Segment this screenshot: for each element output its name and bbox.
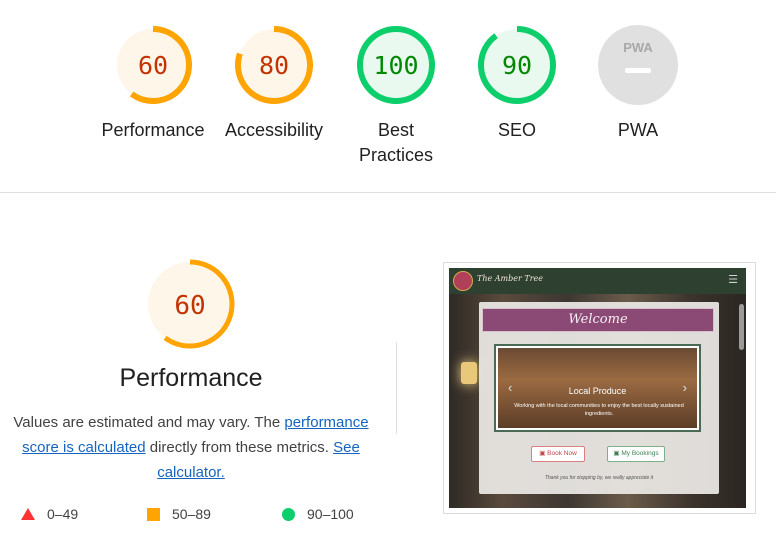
legend-range: 0–49 <box>47 506 79 522</box>
content-panel: Welcome ‹ › Local Produce Working with t… <box>479 302 719 494</box>
section-divider <box>0 192 776 193</box>
gauge-label: Performance <box>101 120 205 140</box>
circle-icon <box>282 507 295 521</box>
vertical-divider <box>396 342 397 434</box>
triangle-icon <box>21 508 35 520</box>
gauge-pwa[interactable]: PWA PWA <box>568 24 708 143</box>
carousel-title: Local Produce <box>568 386 627 396</box>
gauge-ring: 80 <box>235 26 313 104</box>
gauge-score: 60 <box>138 51 168 80</box>
legend-fail: 0–49 <box>21 506 78 522</box>
gauge-seo[interactable]: 90 SEO <box>447 24 587 143</box>
pwa-badge-text: PWA <box>623 40 653 55</box>
carousel-subtitle: Working with the local communities to en… <box>514 403 684 417</box>
site-logo-icon <box>453 271 473 291</box>
welcome-banner: Welcome <box>482 308 714 332</box>
gauge-label: Accessibility <box>224 120 324 140</box>
legend-pass: 90–100 <box>282 506 354 522</box>
book-now-button: ▣ Book Now <box>531 446 585 462</box>
legend-range: 50–89 <box>172 506 211 522</box>
gauge-accessibility[interactable]: 80 Accessibility <box>204 24 344 143</box>
score-legend: 0–49 50–89 90–100 <box>0 506 400 528</box>
performance-title: Performance <box>119 364 263 392</box>
gauge-ring: 60 <box>114 26 192 104</box>
gauge-performance[interactable]: 60 Performance <box>83 24 223 143</box>
gauge-best-practices[interactable]: 100 Best Practices <box>326 24 466 168</box>
gauge-ring: 90 <box>478 26 556 104</box>
legend-range: 90–100 <box>307 506 354 522</box>
my-bookings-button: ▣ My Bookings <box>607 446 665 462</box>
my-bookings-label: My Bookings <box>621 450 659 457</box>
gauge-ring: 60 <box>145 259 235 349</box>
site-name: The Amber Tree <box>477 274 543 283</box>
carousel: ‹ › Local Produce Working with the local… <box>494 344 701 432</box>
pwa-badge-icon: PWA <box>598 25 678 105</box>
desc-text: directly from these metrics. <box>145 439 334 456</box>
desc-text: Values are estimated and may vary. The <box>13 414 285 431</box>
performance-big-gauge: 60 <box>144 258 236 355</box>
gauge-score: 100 <box>373 51 418 80</box>
legend-average: 50–89 <box>147 506 211 522</box>
carousel-slide: ‹ › Local Produce Working with the local… <box>498 348 697 428</box>
hamburger-icon: ☰ <box>728 274 738 286</box>
screenshot-image: The Amber Tree ☰ Welcome ‹ › Local Produ… <box>449 268 746 508</box>
thanks-text: Thank you for stopping by, we really app… <box>544 475 654 481</box>
site-navbar: The Amber Tree ☰ <box>449 268 746 294</box>
performance-description: Values are estimated and may vary. The p… <box>8 410 374 485</box>
gauge-label: SEO <box>497 120 536 140</box>
scrollbar <box>739 304 744 350</box>
gauge-label: Best Practices <box>326 118 466 168</box>
background-photo: Welcome ‹ › Local Produce Working with t… <box>449 294 746 508</box>
gauge-score: 90 <box>502 51 532 80</box>
book-now-label: Book Now <box>547 450 577 457</box>
final-screenshot[interactable]: The Amber Tree ☰ Welcome ‹ › Local Produ… <box>443 262 756 514</box>
performance-score: 60 <box>174 291 205 321</box>
gauge-score: 80 <box>259 51 289 80</box>
square-icon <box>147 507 160 521</box>
gauge-ring: 100 <box>357 26 435 104</box>
gauge-label-text: Best Practices <box>358 120 434 165</box>
lamp-icon <box>461 362 477 384</box>
gauge-label: PWA <box>617 120 659 140</box>
